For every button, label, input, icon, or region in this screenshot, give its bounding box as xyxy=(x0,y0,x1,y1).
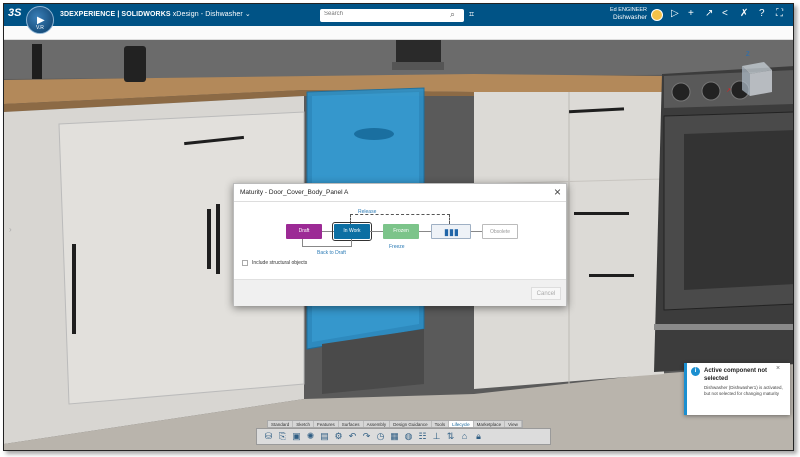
compass-button[interactable]: ▶ V.R xyxy=(26,6,54,34)
tab-features[interactable]: Features xyxy=(314,421,339,427)
include-structural-checkbox[interactable] xyxy=(242,260,248,266)
back-to-draft-path xyxy=(302,239,352,247)
tab-design-guidance[interactable]: Design Guidance xyxy=(390,421,432,427)
action-bar: ⛁ ⎘ ▣ ✺ ▤ ⚙ ↶ ↷ ◷ ▦ ◍ ☷ ⊥ ⇅ ⌂ 🔒︎ xyxy=(256,428,551,445)
table-icon[interactable]: ▦ xyxy=(389,431,400,442)
user-name: Ed ENGINEER xyxy=(610,7,647,13)
measure-icon[interactable]: ⇅ xyxy=(445,431,456,442)
dialog-footer: Cancel xyxy=(234,279,566,306)
dialog-title: Maturity - Door_Cover_Body_Panel A xyxy=(240,189,349,196)
info-icon: i xyxy=(691,367,700,376)
settings-icon[interactable]: ✺ xyxy=(305,431,316,442)
chevron-down-icon: ⌄ xyxy=(244,11,251,18)
state-in-work[interactable]: In Work xyxy=(332,222,372,241)
close-icon[interactable]: × xyxy=(554,185,561,199)
undo-icon[interactable]: ↶ xyxy=(347,431,358,442)
help-icon[interactable]: ? xyxy=(759,8,765,19)
hierarchy-icon[interactable]: ⊥ xyxy=(431,431,442,442)
modal-layer: Maturity - Door_Cover_Body_Panel A × Rel… xyxy=(4,40,793,450)
arrow-released-obsolete xyxy=(471,231,482,232)
tab-lifecycle[interactable]: Lifecycle xyxy=(449,421,474,427)
tab-assembly[interactable]: Assembly xyxy=(364,421,391,427)
include-structural-label: Include structural objects xyxy=(252,260,308,266)
lock-icon[interactable]: 🔒︎ xyxy=(473,431,484,442)
sub-header xyxy=(4,26,793,40)
arrow-frozen-released xyxy=(419,231,431,232)
top-bar: 3S ▶ V.R 3DEXPERIENCE | SOLIDWORKS xDesi… xyxy=(4,4,793,34)
home-icon[interactable]: ⌂ xyxy=(459,431,470,442)
properties-icon[interactable]: ▤ xyxy=(319,431,330,442)
notification-title: Active component not selected xyxy=(704,368,768,382)
state-frozen[interactable]: Frozen xyxy=(383,224,419,239)
user-context: Dishwasher xyxy=(613,14,647,21)
fullscreen-icon[interactable]: ⛶ xyxy=(776,8,783,19)
search-icon[interactable]: ⌕ xyxy=(450,9,455,20)
state-draft[interactable]: Draft xyxy=(286,224,322,239)
bom-icon[interactable]: ☷ xyxy=(417,431,428,442)
arrow-draft-inwork xyxy=(322,231,334,232)
maturity-icon[interactable]: ⛁ xyxy=(263,431,274,442)
state-released[interactable]: ▮▮▮ xyxy=(431,224,471,239)
save-icon[interactable]: ▣ xyxy=(291,431,302,442)
tools-icon[interactable]: ✗ xyxy=(740,8,748,19)
tab-standard[interactable]: Standard xyxy=(268,421,294,427)
tab-surfaces[interactable]: Surfaces xyxy=(339,421,364,427)
release-transition-path xyxy=(350,214,450,224)
globe-icon[interactable]: ◍ xyxy=(403,431,414,442)
plus-icon[interactable]: + xyxy=(688,8,694,19)
app-title-brand: 3DEXPERIENCE | SOLIDWORKS xyxy=(60,11,171,18)
tab-sketch[interactable]: Sketch xyxy=(293,421,315,427)
avatar[interactable] xyxy=(651,9,663,21)
share-icon[interactable]: ▷ xyxy=(671,8,679,19)
compass-version: V.R xyxy=(36,25,44,31)
tab-tools[interactable]: Tools xyxy=(432,421,450,427)
cancel-button[interactable]: Cancel xyxy=(531,287,561,300)
maturity-dialog: Maturity - Door_Cover_Body_Panel A × Rel… xyxy=(233,183,567,306)
action-bar-tabs: Standard Sketch Features Surfaces Assembly De… xyxy=(267,420,523,428)
gear-icon[interactable]: ⚙ xyxy=(333,431,344,442)
dialog-divider xyxy=(234,201,566,202)
close-icon[interactable]: × xyxy=(776,365,780,372)
clock-icon[interactable]: ◷ xyxy=(375,431,386,442)
arrow-inwork-frozen xyxy=(370,231,383,232)
app-title[interactable]: 3DEXPERIENCE | SOLIDWORKS xDesign - Dish… xyxy=(60,10,251,18)
tab-marketplace[interactable]: Marketplace xyxy=(474,421,506,427)
tab-view[interactable]: View xyxy=(505,421,522,427)
redo-icon[interactable]: ↷ xyxy=(361,431,372,442)
app-title-context: xDesign - Dishwasher xyxy=(170,11,243,18)
freeze-transition-label[interactable]: Freeze xyxy=(389,244,405,250)
ds-logo: 3S xyxy=(8,7,22,19)
tag-icon[interactable]: ⌗ xyxy=(469,9,474,20)
app-window: 3S ▶ V.R 3DEXPERIENCE | SOLIDWORKS xDesi… xyxy=(3,3,794,451)
revision-icon[interactable]: ⎘ xyxy=(277,431,288,442)
search-input[interactable] xyxy=(324,11,444,17)
3d-viewport[interactable]: Z ↗ › Maturity - Door_Cover_Body_Panel A… xyxy=(4,40,793,450)
search-box[interactable]: ⌕ xyxy=(320,9,464,22)
user-block[interactable]: Ed ENGINEER Dishwasher xyxy=(602,7,647,21)
notification-toast: i Active component not selected Dishwash… xyxy=(684,363,790,415)
released-icon: ▮▮▮ xyxy=(444,227,459,237)
notification-body: Dishwasher (Dishwasher1) is activated, b… xyxy=(704,385,783,396)
back-to-draft-label[interactable]: Back to Draft xyxy=(317,250,346,256)
share-alt-icon[interactable]: < xyxy=(722,8,728,19)
arrow-icon[interactable]: ↗ xyxy=(705,8,713,19)
state-obsolete[interactable]: Obsolete xyxy=(482,224,518,239)
